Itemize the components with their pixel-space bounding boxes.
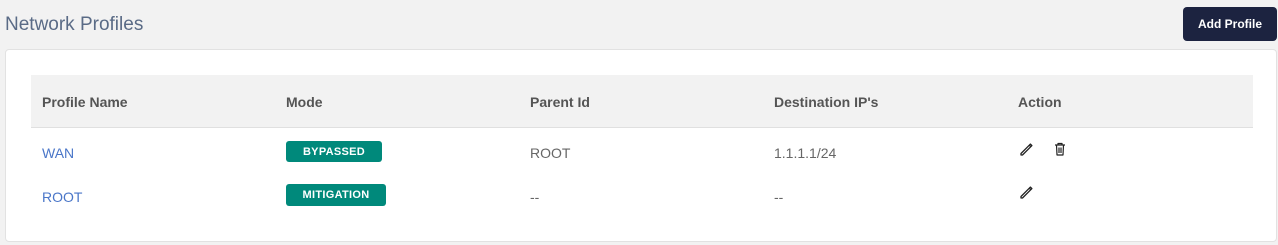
trash-icon[interactable] bbox=[1052, 141, 1068, 157]
mode-badge: MITIGATION bbox=[286, 184, 386, 206]
column-header-action: Action bbox=[1018, 94, 1062, 110]
column-header-mode: Mode bbox=[286, 94, 323, 110]
column-header-parent-id: Parent Id bbox=[530, 94, 590, 110]
mode-badge: BYPASSED bbox=[286, 141, 382, 162]
table-row: ROOT MITIGATION -- -- bbox=[31, 174, 1253, 218]
page-title: Network Profiles bbox=[5, 14, 144, 35]
destination-ips-cell: 1.1.1.1/24 bbox=[774, 145, 837, 161]
parent-id-cell: ROOT bbox=[530, 145, 571, 161]
pencil-icon[interactable] bbox=[1018, 184, 1034, 200]
column-header-destination-ips: Destination IP's bbox=[774, 94, 879, 110]
profile-name-link[interactable]: WAN bbox=[42, 145, 74, 161]
add-profile-button[interactable]: Add Profile bbox=[1183, 7, 1277, 41]
parent-id-cell: -- bbox=[530, 189, 540, 205]
table-row: WAN BYPASSED ROOT 1.1.1.1/24 bbox=[31, 130, 1253, 174]
column-header-profile-name: Profile Name bbox=[42, 94, 128, 110]
pencil-icon[interactable] bbox=[1018, 141, 1034, 157]
destination-ips-cell: -- bbox=[774, 189, 784, 205]
table-header: Profile Name Mode Parent Id Destination … bbox=[31, 75, 1253, 128]
profiles-card: Profile Name Mode Parent Id Destination … bbox=[5, 49, 1277, 242]
profile-name-link[interactable]: ROOT bbox=[42, 189, 82, 205]
